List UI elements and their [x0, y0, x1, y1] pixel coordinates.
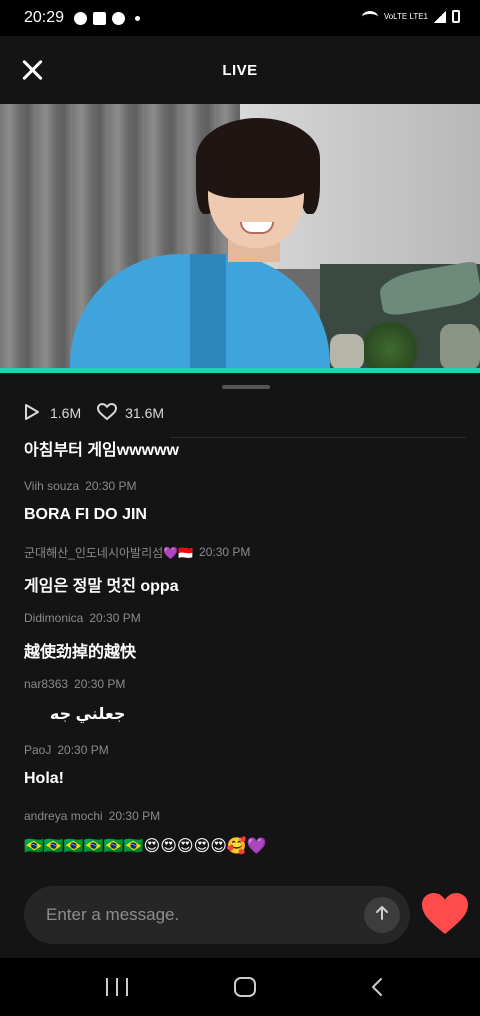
chat-message-meta: Didimonica 20:30 PM	[24, 610, 141, 626]
play-count: 1.6M	[50, 405, 82, 421]
system-nav-bar	[0, 958, 480, 1016]
chat-username[interactable]: Viih souza	[24, 479, 79, 493]
live-video-player[interactable]	[0, 104, 480, 370]
chat-panel: 1.6M 31.6M 아침부터 게임wwwww Viih souza 20:30…	[0, 373, 480, 958]
video-plant	[360, 319, 420, 370]
arrow-up-icon	[373, 904, 391, 927]
chat-message-text: جعلني جه	[49, 706, 126, 723]
chat-username[interactable]: PaoJ	[24, 743, 51, 757]
chat-timestamp: 20:30 PM	[89, 611, 141, 625]
chat-message-meta: PaoJ 20:30 PM	[24, 742, 109, 758]
chat-username[interactable]: andreya mochi	[24, 809, 103, 823]
whatsapp-icon	[74, 11, 88, 25]
heart-outline-icon	[97, 402, 118, 424]
chat-message-meta: andreya mochi 20:30 PM	[24, 808, 267, 824]
video-person-hair	[196, 118, 320, 198]
chat-timestamp: 20:30 PM	[74, 677, 126, 691]
send-button[interactable]	[364, 897, 400, 933]
message-composer	[24, 886, 410, 944]
chat-message: Didimonica 20:30 PM 越使劲掉的越快	[24, 610, 141, 662]
back-icon[interactable]	[368, 977, 388, 997]
chat-message: 군대해산_인도네시아발리섬💜🇮🇩 20:30 PM 게임은 정말 멋진 oppa	[24, 544, 250, 596]
video-rock	[330, 334, 364, 370]
chat-username[interactable]: nar8363	[24, 677, 68, 691]
image-icon	[93, 11, 107, 25]
like-button[interactable]	[420, 891, 470, 939]
chat-message-meta: nar8363 20:30 PM	[24, 676, 125, 692]
wifi-icon	[361, 10, 378, 23]
chat-timestamp: 20:30 PM	[85, 479, 137, 493]
status-bar: 20:29 VoLTE LTE1	[0, 0, 480, 36]
chat-username[interactable]: Didimonica	[24, 611, 83, 625]
chat-message: Viih souza 20:30 PM BORA FI DO JIN	[24, 478, 147, 524]
chat-message: andreya mochi 20:30 PM 🇧🇷🇧🇷🇧🇷🇧🇷🇧🇷🇧🇷😍😍😍😍😍…	[24, 808, 267, 856]
live-header: LIVE	[0, 36, 480, 104]
chat-timestamp: 20:30 PM	[199, 545, 251, 559]
divider	[170, 437, 466, 438]
heart-icon	[420, 893, 470, 941]
chat-username[interactable]: 군대해산_인도네시아발리섬💜🇮🇩	[24, 544, 193, 561]
recent-apps-icon[interactable]	[106, 978, 128, 996]
chat-timestamp: 20:30 PM	[57, 743, 109, 757]
chat-message-text: 아침부터 게임wwwww	[24, 442, 179, 459]
battery-icon	[452, 10, 460, 23]
notification-dot	[135, 15, 141, 21]
status-time: 20:29	[24, 9, 65, 26]
message-input[interactable]	[46, 886, 346, 944]
like-count: 31.6M	[125, 405, 165, 421]
page-title: LIVE	[222, 61, 258, 79]
chat-timestamp: 20:30 PM	[108, 809, 161, 823]
status-icons-left	[74, 11, 141, 25]
lte-icon: VoLTE LTE1	[383, 11, 428, 21]
chat-message: PaoJ 20:30 PM Hola!	[24, 742, 109, 788]
close-button[interactable]	[18, 56, 46, 84]
status-icons-right: VoLTE LTE1	[361, 10, 460, 23]
chat-message-text: 🇧🇷🇧🇷🇧🇷🇧🇷🇧🇷🇧🇷😍😍😍😍😍🥰💜	[24, 838, 267, 855]
chat-message-meta: 군대해산_인도네시아발리섬💜🇮🇩 20:30 PM	[24, 544, 250, 560]
b-app-icon	[112, 11, 126, 25]
chat-message-text: 越使劲掉的越快	[24, 644, 137, 661]
chat-message: nar8363 20:30 PM جعلني جه	[24, 676, 125, 724]
chat-message-text: 게임은 정말 멋진 oppa	[24, 578, 179, 595]
drag-handle[interactable]	[222, 385, 270, 389]
chat-message-text: BORA FI DO JIN	[24, 506, 147, 523]
chat-message-meta: Viih souza 20:30 PM	[24, 478, 147, 494]
video-shirt-shade	[190, 254, 226, 370]
video-rock	[440, 324, 480, 370]
chat-message-text: Hola!	[24, 770, 64, 787]
live-stats: 1.6M 31.6M	[24, 402, 180, 424]
play-icon	[24, 403, 40, 424]
home-icon[interactable]	[234, 977, 256, 997]
signal-icon	[434, 10, 446, 23]
